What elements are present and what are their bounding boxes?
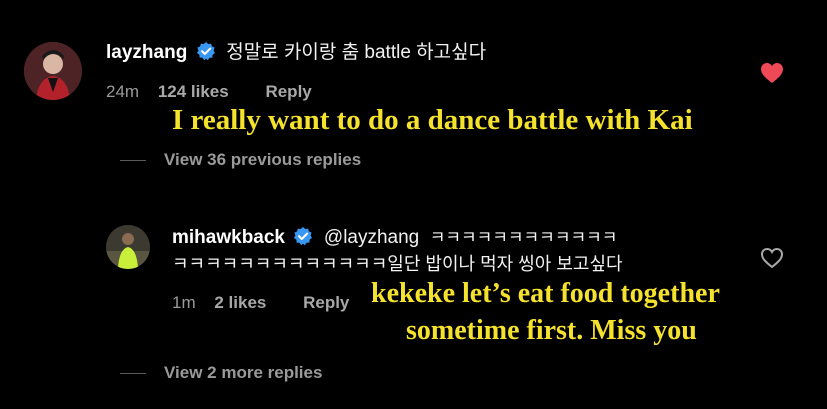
translation-caption-1: I really want to do a dance battle with … <box>172 104 693 136</box>
verified-badge-icon <box>196 41 216 61</box>
view-previous-replies-button[interactable]: View 36 previous replies <box>120 150 361 170</box>
comment-2-meta: 1m 2 likes Reply <box>172 293 349 313</box>
view-previous-replies-label: View 36 previous replies <box>164 150 362 169</box>
heart-filled-icon[interactable] <box>760 62 784 84</box>
view-more-replies-button[interactable]: View 2 more replies <box>120 363 322 383</box>
comment-1-reply-button[interactable]: Reply <box>265 82 311 101</box>
translation-caption-2-line1: kekeke let’s eat food together <box>371 278 720 309</box>
avatar-layzhang[interactable] <box>24 42 82 100</box>
mention-layzhang[interactable]: @layzhang <box>324 227 419 248</box>
translation-caption-2-line2: sometime first. Miss you <box>406 315 697 346</box>
view-more-replies-label: View 2 more replies <box>164 363 323 382</box>
comment-1-header: layzhang 정말로 카이랑 춤 battle 하고싶다 <box>106 37 486 63</box>
comment-1-time: 24m <box>106 82 140 101</box>
thread-line <box>120 373 146 375</box>
comment-1-meta: 24m 124 likes Reply <box>106 82 312 102</box>
comment-2-text-line2: ㅋㅋㅋㅋㅋㅋㅋㅋㅋㅋㅋㅋㅋ일단 밥이나 먹자 씽아 보고싶다 <box>172 254 623 274</box>
comment-2-likes[interactable]: 2 likes <box>214 293 266 312</box>
verified-badge-icon <box>293 226 313 246</box>
comment-2-time: 1m <box>172 293 196 312</box>
username-layzhang[interactable]: layzhang <box>106 42 187 63</box>
username-mihawkback[interactable]: mihawkback <box>172 227 285 248</box>
comment-2-text-line1: ㅋㅋㅋㅋㅋㅋㅋㅋㅋㅋㅋㅋ <box>429 228 618 247</box>
avatar-person-icon <box>106 225 150 269</box>
thread-line <box>120 160 146 162</box>
avatar-mihawkback[interactable] <box>106 225 150 269</box>
comment-1-likes[interactable]: 124 likes <box>158 82 229 101</box>
avatar-person-icon <box>24 42 82 100</box>
comment-2-header: mihawkback @layzhang ㅋㅋㅋㅋㅋㅋㅋㅋㅋㅋㅋㅋ <box>172 223 617 249</box>
heart-outline-icon[interactable] <box>760 247 784 269</box>
comment-2-reply-button[interactable]: Reply <box>303 293 349 312</box>
comment-1-text: 정말로 카이랑 춤 battle 하고싶다 <box>226 42 487 63</box>
